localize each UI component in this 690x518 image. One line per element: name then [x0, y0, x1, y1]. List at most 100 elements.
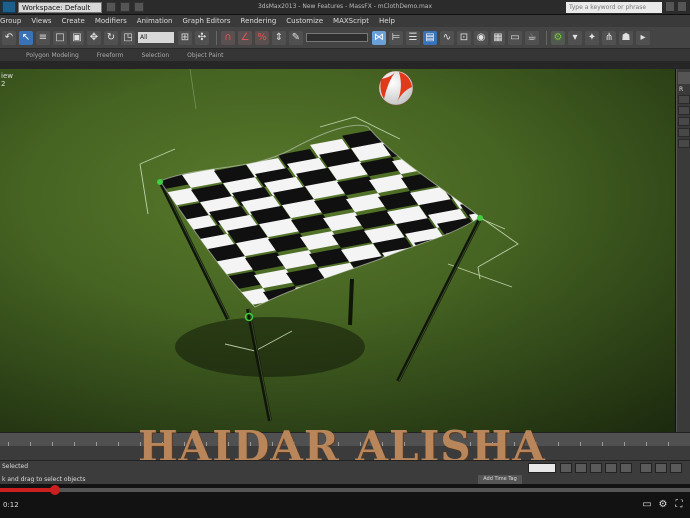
- key-mode-icon[interactable]: [560, 463, 572, 473]
- checker-square: [515, 171, 556, 190]
- checker-square: [488, 142, 529, 161]
- checker-square: [391, 255, 432, 275]
- menu-group[interactable]: Group: [0, 17, 21, 25]
- help-icon[interactable]: [678, 2, 686, 11]
- command-panel-row[interactable]: [678, 95, 690, 104]
- checker-square: [263, 285, 304, 305]
- massfx-simulate-icon[interactable]: ▸: [636, 30, 650, 45]
- select-object-icon[interactable]: ↖: [19, 30, 33, 45]
- edit-named-selection-icon[interactable]: ✎: [289, 30, 303, 45]
- percent-snap-icon[interactable]: %: [255, 30, 269, 45]
- menu-create[interactable]: Create: [62, 17, 85, 25]
- info-center-icon[interactable]: [666, 2, 674, 11]
- menu-maxscript[interactable]: MAXScript: [333, 17, 369, 25]
- checker-square: [502, 111, 543, 130]
- menu-views[interactable]: Views: [31, 17, 51, 25]
- checker-square: [433, 167, 474, 187]
- massfx-ragdoll-icon[interactable]: ☗: [619, 30, 633, 45]
- snap-toggle-icon[interactable]: ∩: [221, 30, 235, 45]
- select-move-icon[interactable]: ✥: [87, 30, 101, 45]
- checker-square: [464, 255, 480, 275]
- graphite-toolset-icon[interactable]: ▤: [423, 30, 437, 45]
- select-rotate-icon[interactable]: ↻: [104, 30, 118, 45]
- cloth-mesh[interactable]: [150, 111, 642, 339]
- menu-help[interactable]: Help: [379, 17, 395, 25]
- menu-graph-editors[interactable]: Graph Editors: [182, 17, 230, 25]
- angle-snap-icon[interactable]: ∠: [238, 30, 252, 45]
- video-progress-bar[interactable]: [0, 485, 690, 495]
- zoom-icon[interactable]: [640, 463, 652, 473]
- ribbon-tabs: Polygon Modeling Freeform Selection Obje…: [0, 49, 690, 61]
- rendered-frame-icon[interactable]: ▭: [508, 30, 522, 45]
- checker-square: [400, 265, 441, 285]
- play-animation-icon[interactable]: [590, 463, 602, 473]
- render-production-icon[interactable]: ☕: [525, 30, 539, 45]
- selection-filter-dropdown[interactable]: All: [138, 32, 174, 43]
- checker-pattern: [160, 111, 642, 307]
- command-panel-row[interactable]: [678, 117, 690, 126]
- render-setup-icon[interactable]: ▦: [491, 30, 505, 45]
- maximize-viewport-icon[interactable]: [670, 463, 682, 473]
- named-selection-set-field[interactable]: [306, 33, 368, 42]
- ribbon-panel: [0, 61, 690, 69]
- massfx-cloth-icon[interactable]: ✦: [585, 30, 599, 45]
- fullscreen-icon[interactable]: ⛶: [672, 498, 686, 510]
- select-manipulate-icon[interactable]: ✣: [195, 30, 209, 45]
- checker-square: [556, 179, 597, 198]
- set-key-field[interactable]: [528, 463, 556, 473]
- checker-square: [438, 125, 479, 137]
- mirror-icon[interactable]: ⋈: [372, 30, 386, 45]
- settings-icon[interactable]: ⚙: [656, 498, 670, 510]
- spinner-snap-icon[interactable]: ⇕: [272, 30, 286, 45]
- command-panel-row[interactable]: [678, 106, 690, 115]
- window-crossing-icon[interactable]: ▣: [70, 30, 84, 45]
- checker-square: [601, 250, 642, 269]
- massfx-constraint-icon[interactable]: ⋔: [602, 30, 616, 45]
- beach-ball[interactable]: [378, 70, 414, 106]
- video-scrubber-handle[interactable]: [50, 485, 61, 495]
- command-panel: R: [676, 69, 690, 432]
- constraint-marker[interactable]: [477, 215, 483, 221]
- massfx-dropdown-icon[interactable]: ▾: [568, 30, 582, 45]
- select-by-name-icon[interactable]: ≡: [36, 30, 50, 45]
- menu-rendering[interactable]: Rendering: [241, 17, 277, 25]
- menu-modifiers[interactable]: Modifiers: [95, 17, 127, 25]
- add-time-tag-button[interactable]: Add Time Tag: [478, 475, 522, 484]
- tab-polygon-modeling[interactable]: Polygon Modeling: [26, 52, 79, 59]
- align-icon[interactable]: ⊨: [389, 30, 403, 45]
- command-panel-row[interactable]: [678, 128, 690, 137]
- create-tab-icon[interactable]: [678, 72, 690, 84]
- checker-square: [538, 152, 579, 171]
- pivot-center-icon[interactable]: ⊞: [178, 30, 192, 45]
- tab-freeform[interactable]: Freeform: [97, 52, 124, 59]
- next-frame-icon[interactable]: [605, 463, 617, 473]
- constraint-marker[interactable]: [157, 179, 163, 185]
- checker-square: [501, 202, 542, 221]
- checker-square: [222, 271, 263, 291]
- checker-square: [497, 152, 538, 171]
- time-config-icon[interactable]: [620, 463, 632, 473]
- viewport-label[interactable]: iew 2: [1, 72, 13, 88]
- prev-frame-icon[interactable]: [575, 463, 587, 473]
- scene-canvas: [139, 69, 642, 422]
- menu-customize[interactable]: Customize: [286, 17, 323, 25]
- schematic-view-icon[interactable]: ⊡: [457, 30, 471, 45]
- video-time: 0:12: [3, 501, 19, 509]
- search-input[interactable]: Type a keyword or phrase: [566, 2, 662, 13]
- perspective-viewport[interactable]: iew 2: [0, 69, 676, 432]
- select-scale-icon[interactable]: ◳: [121, 30, 135, 45]
- layer-manager-icon[interactable]: ☰: [406, 30, 420, 45]
- checker-square: [519, 234, 560, 253]
- tab-selection[interactable]: Selection: [142, 52, 170, 59]
- command-panel-row[interactable]: [678, 139, 690, 148]
- tab-object-paint[interactable]: Object Paint: [187, 52, 223, 59]
- rect-selection-icon[interactable]: □: [53, 30, 67, 45]
- curve-editor-icon[interactable]: ∿: [440, 30, 454, 45]
- material-editor-icon[interactable]: ◉: [474, 30, 488, 45]
- undo-icon[interactable]: ↶: [2, 30, 16, 45]
- viewport-label-box[interactable]: iew 2: [0, 69, 13, 88]
- orbit-icon[interactable]: [655, 463, 667, 473]
- massfx-icon[interactable]: ⚙: [551, 30, 565, 45]
- menu-animation[interactable]: Animation: [137, 17, 173, 25]
- captions-icon[interactable]: ▭: [640, 498, 654, 510]
